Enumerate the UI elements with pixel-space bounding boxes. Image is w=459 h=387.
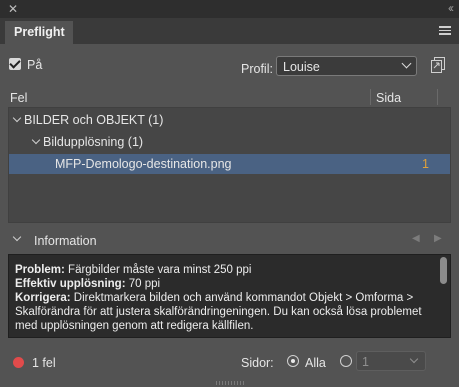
error-list-header: Fel Sida xyxy=(0,86,459,106)
error-list: BILDER och OBJEKT (1) Bildupplösning (1)… xyxy=(8,107,451,223)
page-range-select[interactable]: 1 xyxy=(356,351,426,371)
chevron-down-icon xyxy=(409,354,419,364)
on-checkbox[interactable] xyxy=(9,58,21,70)
fix-label: Korrigera: xyxy=(15,292,71,304)
pages-range-radio[interactable] xyxy=(340,355,352,367)
define-profiles-icon[interactable] xyxy=(431,57,445,73)
chevron-down-icon[interactable] xyxy=(12,113,22,123)
page-link[interactable]: 1 xyxy=(422,157,429,171)
profile-select[interactable]: Louise xyxy=(276,56,417,76)
on-label: På xyxy=(27,58,43,72)
page-range-value: 1 xyxy=(362,355,369,369)
fix-text: Direktmarkera bilden och använd kommando… xyxy=(15,292,422,332)
effective-resolution-text: 70 ppi xyxy=(125,278,161,290)
footer: 1 fel Sidor: Alla 1 xyxy=(0,349,459,377)
pages-all-radio[interactable] xyxy=(287,355,299,367)
info-scrollbar[interactable] xyxy=(440,257,447,284)
pages-all-label: Alla xyxy=(305,356,326,370)
column-header-page[interactable]: Sida xyxy=(376,91,401,105)
previous-icon[interactable]: ◀ xyxy=(412,233,420,244)
item-label: MFP-Demologo-destination.png xyxy=(55,157,232,171)
profile-label: Profil: xyxy=(241,62,273,76)
info-panel: Problem: Färgbilder måste vara minst 250… xyxy=(8,254,451,338)
info-section-header[interactable]: Information ◀ ▶ xyxy=(0,230,459,250)
effective-resolution-label: Effektiv upplösning: xyxy=(15,278,126,290)
next-icon[interactable]: ▶ xyxy=(434,233,442,244)
pages-label: Sidor: xyxy=(241,356,274,370)
tab-preflight[interactable]: Preflight xyxy=(5,21,73,44)
tab-bar: Preflight xyxy=(0,18,459,44)
close-icon[interactable]: ✕ xyxy=(8,1,18,17)
resize-grip[interactable] xyxy=(216,381,244,385)
tab-label: Preflight xyxy=(14,25,65,39)
chevron-down-icon[interactable] xyxy=(31,135,41,145)
column-divider xyxy=(370,89,371,105)
profile-value: Louise xyxy=(283,60,320,74)
collapse-panel-icon[interactable]: ‹‹ xyxy=(448,0,454,16)
subcategory-label: Bildupplösning (1) xyxy=(43,135,144,149)
category-label: BILDER och OBJEKT (1) xyxy=(24,113,164,127)
error-status-icon xyxy=(13,357,24,368)
list-item-selected[interactable]: MFP-Demologo-destination.png 1 xyxy=(9,154,450,174)
info-text: Problem: Färgbilder måste vara minst 250… xyxy=(15,263,435,333)
chevron-down-icon xyxy=(401,58,412,69)
chevron-down-icon[interactable] xyxy=(12,232,22,242)
list-item-subcategory[interactable]: Bildupplösning (1) xyxy=(9,132,450,152)
panel-title-bar: ✕ ‹‹ xyxy=(0,0,459,18)
panel-menu-icon[interactable] xyxy=(439,26,451,35)
problem-text: Färgbilder måste vara minst 250 ppi xyxy=(64,264,252,276)
list-item-category[interactable]: BILDER och OBJEKT (1) xyxy=(9,110,450,130)
info-title: Information xyxy=(34,234,97,248)
problem-label: Problem: xyxy=(15,264,65,276)
column-divider xyxy=(437,89,438,105)
error-count: 1 fel xyxy=(32,356,56,370)
column-header-error[interactable]: Fel xyxy=(10,91,27,105)
